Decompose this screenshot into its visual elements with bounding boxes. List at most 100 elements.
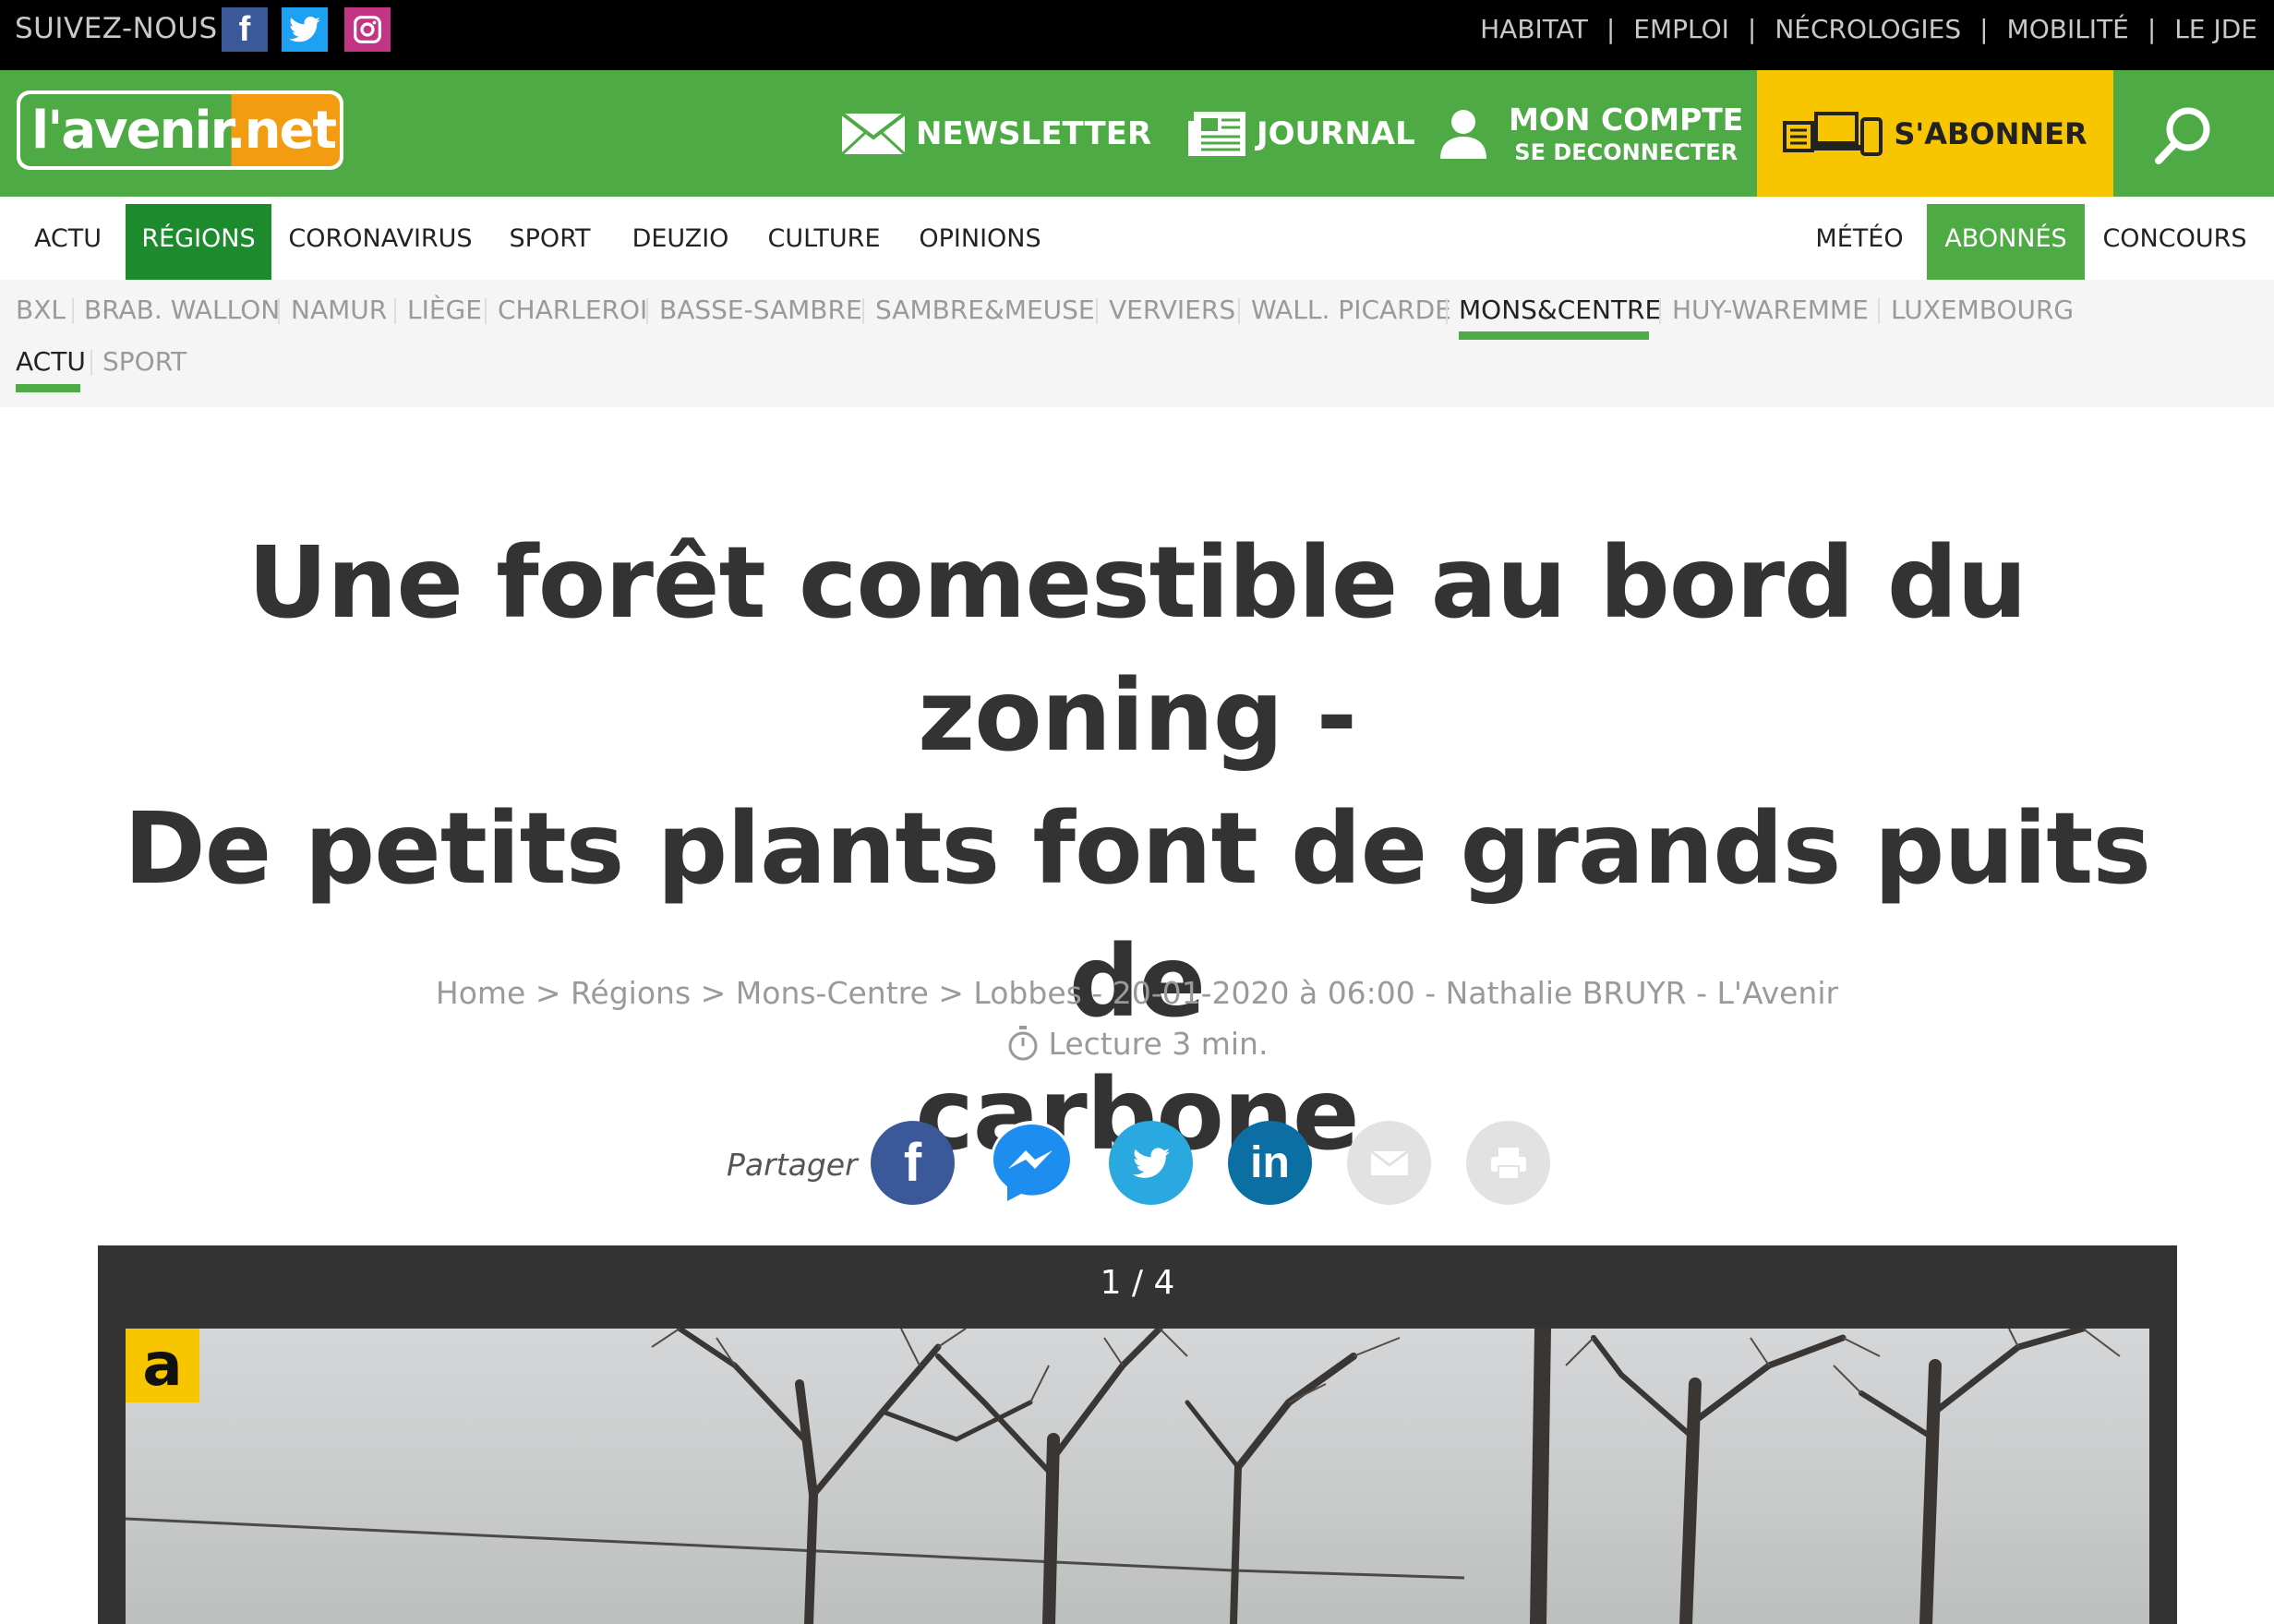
top-link-emploi[interactable]: EMPLOI [1633,14,1729,44]
nav-item-label: CONCOURS [2102,224,2247,253]
separator: | [1747,13,1757,44]
nav-item-opinions[interactable]: OPINIONS [903,204,1057,289]
user-icon [1440,109,1486,159]
site-header: l'avenir.net NEWSLETTER JOURNAL MON COMP… [0,70,2274,197]
instagram-icon[interactable] [344,7,391,52]
nav-item-label: ABONNÉS [1944,224,2067,253]
regions-nav: BXL BRAB. WALLON NAMUR LIÈGE CHARLEROI B… [0,280,2274,407]
subregion-sport[interactable]: SPORT [102,346,186,377]
region-liege[interactable]: LIÈGE [407,295,482,325]
separator: | [2147,13,2157,44]
top-link-le-jde[interactable]: LE JDE [2174,14,2257,44]
nav-item-label: OPINIONS [919,224,1041,253]
newsletter-link[interactable]: NEWSLETTER [840,70,1151,197]
account-link[interactable]: MON COMPTE SE DECONNECTER [1438,70,1743,197]
nav-item-label: DEUZIO [632,224,729,253]
region-wall-picarde[interactable]: WALL. PICARDE [1251,295,1451,325]
nav-item-label: MÉTÉO [1815,224,1904,253]
nav-item-label: CULTURE [767,224,881,253]
newsletter-label: NEWSLETTER [916,114,1152,152]
separator [1096,298,1098,324]
twitter-icon[interactable] [282,7,328,52]
article-meta: Home > Régions > Mons-Centre > Lobbes - … [435,975,1839,1011]
region-active-underline [1459,331,1649,340]
nav-item-label: SPORT [509,224,591,253]
subregion-active-underline [16,384,80,392]
nav-item-meteo[interactable]: MÉTÉO [1797,204,1922,289]
gallery-photo[interactable]: a [126,1329,2149,1624]
region-verviers[interactable]: VERVIERS [1109,295,1235,325]
nav-item-label: CORONAVIRUS [288,224,473,253]
stopwatch-icon [1008,1026,1038,1061]
top-link-necrologies[interactable]: NÉCROLOGIES [1775,14,1961,44]
top-link-mobilite[interactable]: MOBILITÉ [2007,14,2129,44]
separator [1878,298,1880,324]
subscribe-label: S'ABONNER [1894,115,2088,151]
logo-background: l'avenir.net [20,94,340,166]
share-messenger-icon[interactable] [990,1121,1074,1205]
devices-icon [1783,111,1883,156]
region-charleroi[interactable]: CHARLEROI [498,295,647,325]
logo-text: l'avenir.net [31,100,337,161]
nav-item-actu[interactable]: ACTU [15,204,121,289]
facebook-icon[interactable]: f [222,7,268,52]
follow-label: SUIVEZ-NOUS [15,12,218,45]
share-facebook-icon[interactable]: f [871,1121,955,1205]
gallery-counter: 1 / 4 [1100,1264,1175,1302]
separator [485,298,487,324]
nav-item-coronavirus[interactable]: CORONAVIRUS [277,204,484,289]
region-brab-wallon[interactable]: BRAB. WALLON [84,295,280,325]
separator [72,298,74,324]
region-bxl[interactable]: BXL [16,295,66,325]
nav-item-regions[interactable]: RÉGIONS [126,204,271,289]
journal-link[interactable]: JOURNAL [1186,70,1415,197]
newspaper-icon [1188,111,1245,156]
share-email-icon[interactable] [1347,1121,1431,1205]
photo-gallery[interactable]: 1 / 4 a [98,1245,2177,1624]
separator [646,298,648,324]
journal-label: JOURNAL [1257,114,1415,152]
region-namur[interactable]: NAMUR [291,295,387,325]
search-icon[interactable] [2151,103,2216,168]
nav-item-sport[interactable]: SPORT [489,204,610,289]
separator [278,298,280,324]
share-twitter-icon[interactable] [1109,1121,1193,1205]
nav-item-deuzio[interactable]: DEUZIO [616,204,745,289]
top-bar: SUIVEZ-NOUS f HABITAT | EMPLOI | NÉCROLO… [0,0,2274,70]
separator: | [1606,13,1616,44]
nav-spacer [1065,204,1789,289]
envelope-icon [840,111,907,155]
region-huy-waremme[interactable]: HUY-WAREMME [1672,295,1869,325]
article-title: Une forêt comestible au bord du zoning -… [92,517,2182,1182]
separator [394,298,396,324]
reading-time: Lecture 3 min. [0,1025,2274,1062]
account-label: MON COMPTE [1509,102,1744,138]
site-logo[interactable]: l'avenir.net [17,90,343,170]
region-basse-sambre[interactable]: BASSE-SAMBRE [659,295,862,325]
logout-link[interactable]: SE DECONNECTER [1514,139,1738,165]
separator [1238,298,1240,324]
share-print-icon[interactable] [1466,1121,1550,1205]
region-sambre-meuse[interactable]: SAMBRE&MEUSE [875,295,1095,325]
region-luxembourg[interactable]: LUXEMBOURG [1891,295,2074,325]
separator [90,350,92,376]
subscribe-button[interactable]: S'ABONNER [1757,70,2113,197]
nav-item-culture[interactable]: CULTURE [751,204,897,289]
publication-badge: a [126,1329,199,1402]
nav-item-abonnes[interactable]: ABONNÉS [1927,204,2085,289]
share-label: Partager [727,1147,858,1183]
share-bar: Partager f in [0,1121,2274,1206]
region-mons-centre[interactable]: MONS&CENTRE [1459,295,1661,325]
nav-item-concours[interactable]: CONCOURS [2089,204,2260,289]
share-linkedin-icon[interactable]: in [1228,1121,1312,1205]
separator [862,298,864,324]
top-link-habitat[interactable]: HABITAT [1480,14,1588,44]
separator [1446,298,1448,324]
top-links: HABITAT | EMPLOI | NÉCROLOGIES | MOBILIT… [1480,0,2257,57]
separator: | [1979,13,1989,44]
subregion-actu[interactable]: ACTU [16,346,86,377]
nav-item-label: RÉGIONS [141,224,256,253]
main-nav: ACTU RÉGIONS CORONAVIRUS SPORT DEUZIO CU… [0,197,2274,289]
separator [1659,298,1661,324]
trees-photo [126,1329,2121,1624]
